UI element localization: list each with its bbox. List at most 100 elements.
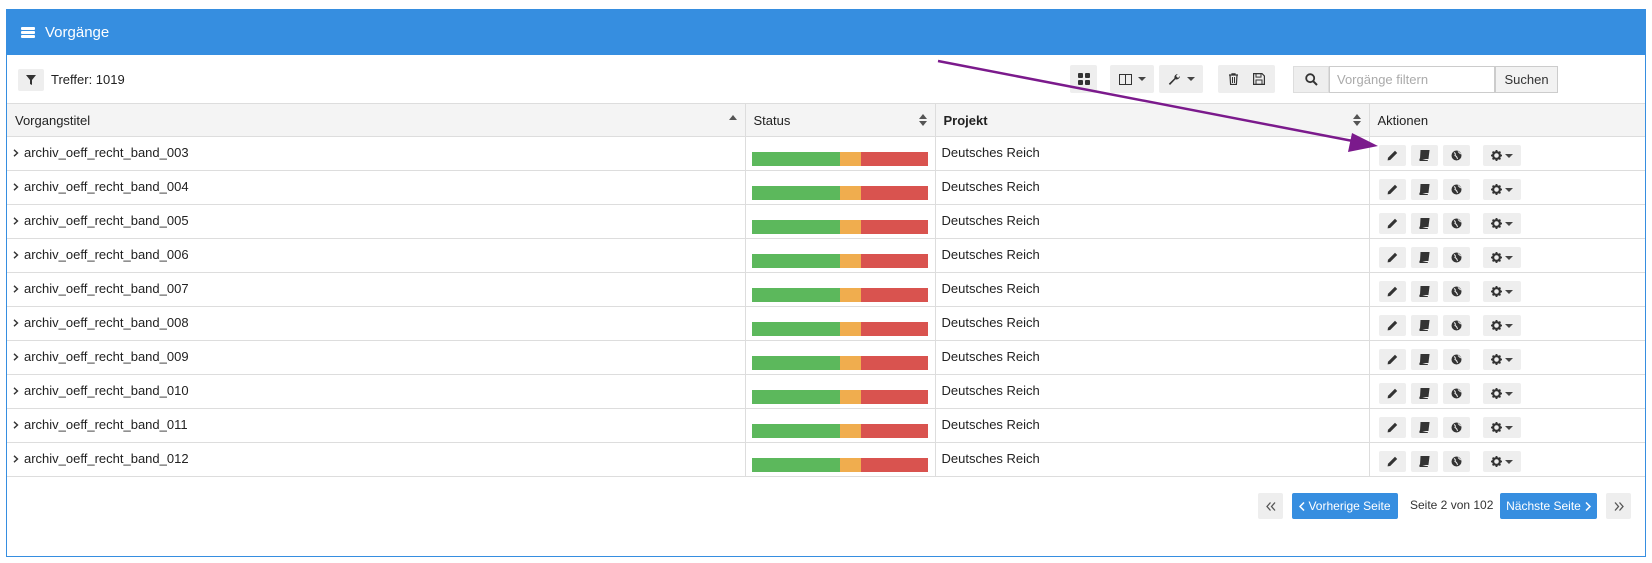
cell-status bbox=[745, 408, 936, 443]
edit-button[interactable] bbox=[1378, 281, 1406, 302]
metadata-button[interactable] bbox=[1410, 213, 1438, 234]
view-button[interactable] bbox=[1442, 247, 1470, 268]
chevron-right-icon[interactable] bbox=[13, 284, 19, 293]
view-button[interactable] bbox=[1442, 179, 1470, 200]
sort-asc-icon bbox=[728, 115, 737, 120]
table-row[interactable]: archiv_oeff_recht_band_012 Deutsches Rei… bbox=[7, 442, 1645, 477]
chevron-right-icon[interactable] bbox=[13, 454, 19, 463]
cell-title[interactable]: archiv_oeff_recht_band_012 bbox=[7, 442, 746, 477]
chevron-right-icon[interactable] bbox=[13, 318, 19, 327]
edit-button[interactable] bbox=[1378, 417, 1406, 438]
chevron-right-icon[interactable] bbox=[13, 420, 19, 429]
more-actions-dropdown[interactable] bbox=[1482, 451, 1521, 472]
row-project: Deutsches Reich bbox=[941, 213, 1040, 228]
table-row[interactable]: archiv_oeff_recht_band_011 Deutsches Rei… bbox=[7, 408, 1645, 443]
metadata-button[interactable] bbox=[1410, 383, 1438, 404]
view-button[interactable] bbox=[1442, 213, 1470, 234]
grid-view-button[interactable] bbox=[1070, 65, 1097, 93]
metadata-button[interactable] bbox=[1410, 349, 1438, 370]
cell-actions bbox=[1369, 136, 1645, 171]
cell-actions bbox=[1369, 374, 1645, 409]
more-actions-dropdown[interactable] bbox=[1482, 349, 1521, 370]
more-actions-dropdown[interactable] bbox=[1482, 213, 1521, 234]
edit-button[interactable] bbox=[1378, 213, 1406, 234]
last-page-button[interactable] bbox=[1606, 493, 1631, 519]
status-in-progress-segment bbox=[840, 151, 862, 166]
cell-title[interactable]: archiv_oeff_recht_band_009 bbox=[7, 340, 746, 375]
column-header-project[interactable]: Projekt bbox=[935, 103, 1370, 137]
column-header-status[interactable]: Status bbox=[745, 103, 936, 137]
view-button[interactable] bbox=[1442, 417, 1470, 438]
search-button[interactable]: Suchen bbox=[1495, 66, 1558, 93]
filter-button[interactable] bbox=[18, 69, 44, 91]
more-actions-dropdown[interactable] bbox=[1482, 417, 1521, 438]
chevron-right-icon[interactable] bbox=[13, 352, 19, 361]
chevron-right-icon[interactable] bbox=[13, 250, 19, 259]
metadata-button[interactable] bbox=[1410, 179, 1438, 200]
edit-button[interactable] bbox=[1378, 315, 1406, 336]
table-row[interactable]: archiv_oeff_recht_band_010 Deutsches Rei… bbox=[7, 374, 1645, 409]
cell-project: Deutsches Reich bbox=[935, 204, 1370, 239]
gear-icon bbox=[1490, 456, 1502, 467]
trash-icon[interactable] bbox=[1228, 73, 1239, 85]
cell-title[interactable]: archiv_oeff_recht_band_005 bbox=[7, 204, 746, 239]
chevron-right-icon[interactable] bbox=[13, 216, 19, 225]
more-actions-dropdown[interactable] bbox=[1482, 315, 1521, 336]
edit-button[interactable] bbox=[1378, 247, 1406, 268]
more-actions-dropdown[interactable] bbox=[1482, 179, 1521, 200]
view-button[interactable] bbox=[1442, 349, 1470, 370]
next-page-button[interactable]: Nächste Seite bbox=[1500, 493, 1597, 519]
edit-button[interactable] bbox=[1378, 145, 1406, 166]
status-in-progress-segment bbox=[840, 389, 862, 404]
metadata-button[interactable] bbox=[1410, 417, 1438, 438]
cell-title[interactable]: archiv_oeff_recht_band_006 bbox=[7, 238, 746, 273]
more-actions-dropdown[interactable] bbox=[1482, 281, 1521, 302]
cell-actions bbox=[1369, 442, 1645, 477]
view-button[interactable] bbox=[1442, 451, 1470, 472]
edit-button[interactable] bbox=[1378, 451, 1406, 472]
edit-button[interactable] bbox=[1378, 383, 1406, 404]
cell-title[interactable]: archiv_oeff_recht_band_003 bbox=[7, 136, 746, 171]
table-row[interactable]: archiv_oeff_recht_band_008 Deutsches Rei… bbox=[7, 306, 1645, 341]
cell-title[interactable]: archiv_oeff_recht_band_007 bbox=[7, 272, 746, 307]
chevron-right-icon[interactable] bbox=[13, 386, 19, 395]
more-actions-dropdown[interactable] bbox=[1482, 383, 1521, 404]
save-icon[interactable] bbox=[1253, 73, 1265, 85]
table-row[interactable]: archiv_oeff_recht_band_003 Deutsches Rei… bbox=[7, 136, 1645, 171]
cell-project: Deutsches Reich bbox=[935, 238, 1370, 273]
table-row[interactable]: archiv_oeff_recht_band_004 Deutsches Rei… bbox=[7, 170, 1645, 205]
chevron-down-icon bbox=[1137, 77, 1146, 81]
edit-button[interactable] bbox=[1378, 349, 1406, 370]
tools-dropdown-button[interactable] bbox=[1159, 65, 1203, 93]
metadata-button[interactable] bbox=[1410, 247, 1438, 268]
metadata-button[interactable] bbox=[1410, 451, 1438, 472]
metadata-button[interactable] bbox=[1410, 281, 1438, 302]
view-button[interactable] bbox=[1442, 315, 1470, 336]
cell-title[interactable]: archiv_oeff_recht_band_004 bbox=[7, 170, 746, 205]
metadata-button[interactable] bbox=[1410, 145, 1438, 166]
view-button[interactable] bbox=[1442, 145, 1470, 166]
more-actions-dropdown[interactable] bbox=[1482, 145, 1521, 166]
table-row[interactable]: archiv_oeff_recht_band_009 Deutsches Rei… bbox=[7, 340, 1645, 375]
cell-title[interactable]: archiv_oeff_recht_band_008 bbox=[7, 306, 746, 341]
metadata-button[interactable] bbox=[1410, 315, 1438, 336]
chevron-right-icon[interactable] bbox=[13, 148, 19, 157]
columns-dropdown-button[interactable] bbox=[1110, 65, 1154, 93]
search-input[interactable] bbox=[1329, 66, 1495, 93]
table-row[interactable]: archiv_oeff_recht_band_007 Deutsches Rei… bbox=[7, 272, 1645, 307]
column-header-title[interactable]: Vorgangstitel bbox=[7, 103, 746, 137]
table-row[interactable]: archiv_oeff_recht_band_006 Deutsches Rei… bbox=[7, 238, 1645, 273]
view-button[interactable] bbox=[1442, 383, 1470, 404]
table-row[interactable]: archiv_oeff_recht_band_005 Deutsches Rei… bbox=[7, 204, 1645, 239]
edit-button[interactable] bbox=[1378, 179, 1406, 200]
previous-page-button[interactable]: Vorherige Seite bbox=[1292, 493, 1398, 519]
chevron-right-icon[interactable] bbox=[13, 182, 19, 191]
view-button[interactable] bbox=[1442, 281, 1470, 302]
cell-title[interactable]: archiv_oeff_recht_band_011 bbox=[7, 408, 746, 443]
status-progress-bar bbox=[751, 389, 929, 404]
status-open-segment bbox=[861, 423, 929, 438]
more-actions-dropdown[interactable] bbox=[1482, 247, 1521, 268]
cell-title[interactable]: archiv_oeff_recht_band_010 bbox=[7, 374, 746, 409]
status-open-segment bbox=[861, 185, 929, 200]
first-page-button[interactable] bbox=[1258, 493, 1283, 519]
